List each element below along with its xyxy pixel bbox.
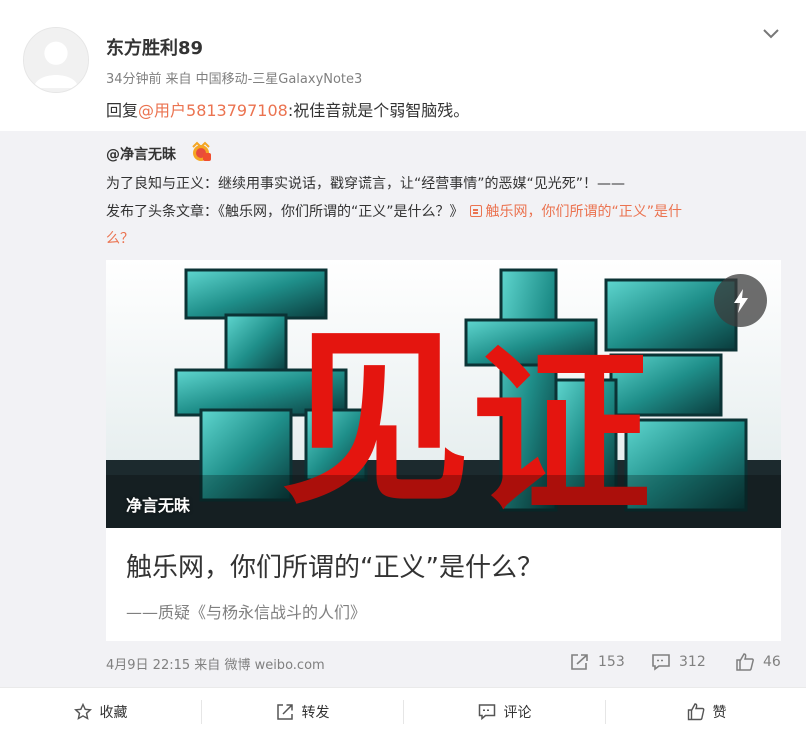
article-link[interactable]: 触乐网，你们所谓的“正义”是什	[486, 204, 683, 220]
cover-artwork: 见 证	[106, 260, 781, 528]
default-avatar-icon	[24, 28, 88, 92]
star-icon	[73, 702, 92, 720]
article-link-continued[interactable]: 么？	[106, 231, 134, 247]
repost-button[interactable]: 转发	[202, 688, 403, 734]
post-meta: 34分钟前 来自 中国移动-三星GalaxyNote3	[106, 68, 366, 87]
thumbs-up-icon	[736, 653, 754, 671]
action-bar: 收藏 转发 评论 赞	[0, 687, 806, 734]
repost-count: 153	[598, 654, 625, 670]
article-link-icon	[469, 205, 482, 217]
repost-label: 转发	[301, 704, 330, 721]
favorite-label: 收藏	[99, 704, 128, 721]
post-username[interactable]: 东方胜利89	[106, 34, 203, 60]
post-content: 回复@用户5813797108:祝佳音就是个弱智脑残。	[106, 97, 469, 121]
repost-text-line-1: 为了良知与正义：继续用事实说话，戳穿谎言，让“经营事情”的恶媒“见光死”！——	[106, 176, 626, 192]
weibo-post-card: 东方胜利89 34分钟前 来自 中国移动-三星GalaxyNote3 回复@用户58…	[0, 0, 806, 734]
post-time[interactable]: 34分钟前	[106, 72, 162, 87]
repost-time[interactable]: 4月9日 22:15	[106, 658, 190, 673]
reply-prefix: 回复	[106, 101, 139, 120]
post-source-prefix: 来自	[165, 72, 192, 87]
cover-author-label: 净言无昧	[126, 496, 191, 515]
article-cover-image[interactable]: 见 证 净言无昧	[106, 260, 781, 528]
like-count-button[interactable]: 46	[735, 651, 781, 673]
repost-count-button[interactable]: 153	[570, 651, 625, 673]
like-button[interactable]: 赞	[606, 688, 806, 734]
thumbs-up-icon	[687, 702, 704, 720]
lightning-icon[interactable]	[714, 274, 767, 327]
verified-badge-icon	[190, 141, 212, 163]
favorite-button[interactable]: 收藏	[0, 688, 201, 734]
repost-author-link[interactable]: @净言无昧	[106, 144, 176, 164]
reply-body: :祝佳音就是个弱智脑残。	[287, 101, 470, 120]
article-card[interactable]: 见 证 净言无昧 触乐网，你们所谓的“正义”是什么？ ——质疑《与杨永信战斗的人…	[106, 260, 781, 641]
repost-text-line-3: 么？	[106, 228, 134, 248]
article-title[interactable]: 触乐网，你们所谓的“正义”是什么？	[126, 547, 543, 584]
repost-source[interactable]: 微博 weibo.com	[224, 658, 324, 673]
comment-label: 评论	[503, 704, 532, 721]
comment-icon	[652, 654, 670, 671]
like-count: 46	[763, 654, 781, 670]
post-source[interactable]: 中国移动-三星GalaxyNote3	[196, 72, 363, 87]
repost-article-prefix: 发布了头条文章：《触乐网，你们所谓的“正义”是什么？》	[106, 204, 464, 220]
user-avatar[interactable]	[23, 27, 89, 93]
share-icon	[571, 654, 588, 670]
chevron-down-icon[interactable]	[760, 24, 782, 42]
article-subtitle: ——质疑《与杨永信战斗的人们》	[126, 603, 367, 622]
repost-source-prefix: 来自	[194, 658, 221, 673]
like-label: 赞	[712, 704, 727, 721]
comment-icon	[478, 703, 495, 720]
comment-button[interactable]: 评论	[404, 688, 605, 734]
repost-box: @净言无昧 为了良知与正义：继续用事实说话，戳穿谎言，让“经营事情”的恶媒“见光…	[0, 131, 806, 687]
repost-meta: 4月9日 22:15 来自 微博 weibo.com	[106, 654, 325, 673]
comment-count-button[interactable]: 312	[651, 651, 706, 673]
comment-count: 312	[679, 654, 706, 670]
share-icon	[276, 703, 293, 720]
repost-text-line-2: 发布了头条文章：《触乐网，你们所谓的“正义”是什么？》 触乐网，你们所谓的“正义”…	[106, 201, 682, 221]
reply-mention-link[interactable]: @用户5813797108	[138, 101, 288, 120]
